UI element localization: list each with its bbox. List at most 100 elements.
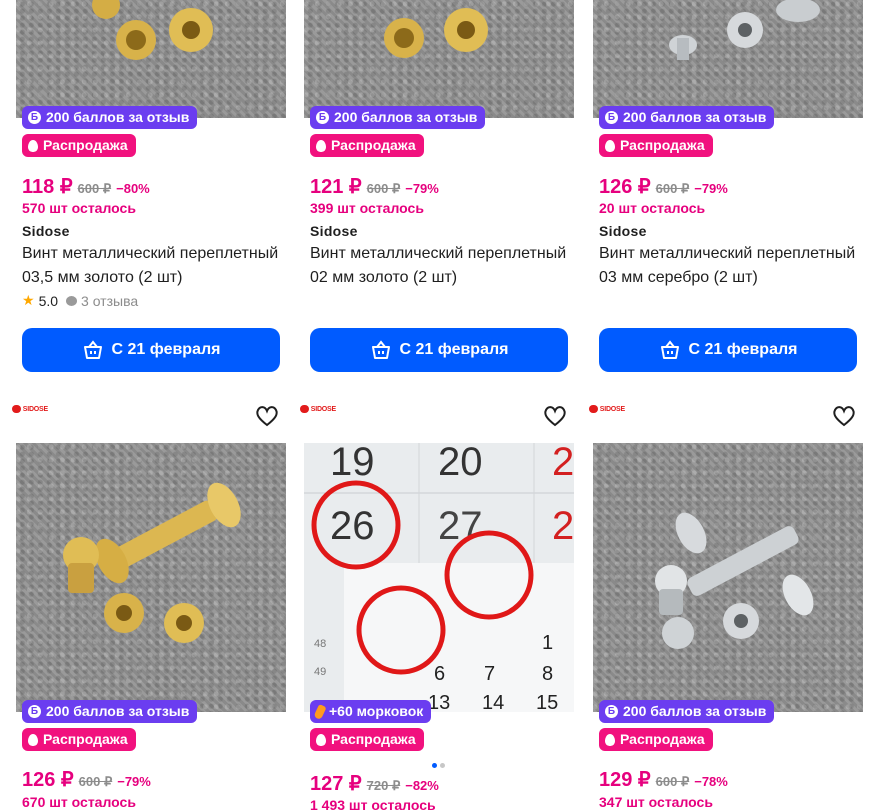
comment-icon	[66, 295, 78, 306]
discount: −79%	[117, 774, 151, 789]
stock-left: 20 шт осталось	[599, 200, 706, 216]
discount: −78%	[694, 774, 728, 789]
price: 118 ₽	[22, 176, 73, 198]
old-price: 600 ₽	[77, 181, 112, 196]
calendar-digit: 14	[482, 692, 504, 712]
sale-badge-label: Распродажа	[331, 731, 416, 747]
calendar-digit: 6	[434, 663, 445, 685]
rating-value: 5.0	[38, 292, 59, 309]
add-to-cart-button[interactable]: С 21 февраля	[599, 328, 857, 372]
carrots-badge: +60 морковок	[310, 700, 432, 723]
flame-icon	[605, 733, 615, 746]
flame-icon	[28, 139, 38, 152]
price: 127 ₽	[310, 773, 362, 795]
discount: −82%	[405, 778, 439, 793]
price: 126 ₽	[22, 769, 74, 791]
points-badge: Б 200 баллов за отзыв	[22, 106, 198, 129]
cart-button-label: С 21 февраля	[111, 341, 221, 358]
sale-badge: Распродажа	[599, 728, 713, 751]
carrot-icon	[313, 703, 327, 720]
b-coin-icon: Б	[605, 111, 618, 124]
old-price: 720 ₽	[366, 778, 401, 793]
brand-name[interactable]: Sidose	[22, 223, 70, 239]
pager-dot[interactable]	[440, 763, 445, 768]
points-badge-label: 200 баллов за отзыв	[623, 703, 767, 719]
discount: −79%	[405, 181, 439, 196]
price-row: 118 ₽ 600 ₽ −80%	[22, 174, 150, 199]
points-badge-label: 200 баллов за отзыв	[46, 703, 190, 719]
basket-icon	[83, 340, 102, 359]
product-image[interactable]	[593, 443, 863, 712]
product-title[interactable]: Винт металлический переплетный 03 мм сер…	[599, 242, 861, 290]
calendar-stickers-photo: 19 20 2 26 27 2 48 49 1 6 7 8 13 14 15	[304, 443, 574, 712]
gold-screw-photo	[63, 482, 241, 643]
sale-badge-label: Распродажа	[620, 137, 705, 153]
silver-screw-photo	[655, 512, 814, 649]
old-price: 600 ₽	[655, 181, 690, 196]
calendar-digit: 2	[552, 504, 574, 548]
basket-icon	[660, 340, 679, 359]
star-icon: ★	[22, 292, 35, 308]
flame-icon	[28, 733, 38, 746]
product-image[interactable]	[16, 0, 286, 118]
calendar-digit: 8	[542, 663, 553, 685]
brand-name[interactable]: Sidose	[310, 223, 358, 239]
gold-screws-photo	[384, 8, 488, 58]
b-coin-icon: Б	[28, 705, 41, 718]
carrots-badge-label: +60 морковок	[329, 703, 424, 719]
price-row: 126 ₽ 600 ₽ −79%	[599, 174, 728, 199]
price-row: 121 ₽ 600 ₽ −79%	[310, 174, 439, 199]
sale-badge: Распродажа	[310, 728, 424, 751]
points-badge: Б 200 баллов за отзыв	[599, 700, 775, 723]
b-coin-icon: Б	[316, 111, 329, 124]
price-row: 127 ₽ 720 ₽ −82%	[310, 771, 439, 796]
calendar-week: 49	[314, 666, 326, 678]
calendar-digit: 26	[330, 504, 375, 548]
calendar-digit: 20	[438, 443, 483, 484]
pager-dot[interactable]	[432, 763, 437, 768]
price-row: 129 ₽ 600 ₽ −78%	[599, 767, 728, 792]
gold-screws-photo	[92, 0, 213, 60]
calendar-digit: 7	[484, 663, 495, 685]
product-image[interactable]	[16, 443, 286, 712]
brand-logo: SIDOSE	[589, 404, 625, 414]
price: 126 ₽	[599, 176, 651, 198]
points-badge-label: 200 баллов за отзыв	[46, 109, 190, 125]
rating[interactable]: ★ 5.0 3 отзыва	[22, 292, 138, 309]
stock-left: 399 шт осталось	[310, 200, 424, 216]
stock-left: 1 493 шт осталось	[310, 797, 436, 812]
points-badge: Б 200 баллов за отзыв	[22, 700, 198, 723]
add-to-cart-button[interactable]: С 21 февраля	[310, 328, 568, 372]
points-badge-label: 200 баллов за отзыв	[623, 109, 767, 125]
add-to-cart-button[interactable]: С 21 февраля	[22, 328, 280, 372]
price: 121 ₽	[310, 176, 362, 198]
sale-badge: Распродажа	[599, 134, 713, 157]
stock-left: 570 шт осталось	[22, 200, 136, 216]
stock-left: 670 шт осталось	[22, 794, 136, 810]
image-pager[interactable]	[432, 763, 445, 768]
reviews-count: 3 отзыва	[81, 292, 139, 309]
brand-logo: SIDOSE	[300, 404, 336, 414]
product-image[interactable]	[593, 0, 863, 118]
product-title[interactable]: Винт металлический переплетный 02 мм зол…	[310, 242, 572, 290]
sale-badge: Распродажа	[310, 134, 424, 157]
sale-badge: Распродажа	[22, 134, 136, 157]
heart-icon[interactable]	[542, 403, 568, 429]
flame-icon	[605, 139, 615, 152]
calendar-digit: 13	[428, 692, 450, 712]
b-coin-icon: Б	[605, 705, 618, 718]
points-badge: Б 200 баллов за отзыв	[310, 106, 486, 129]
discount: −80%	[116, 181, 150, 196]
sale-badge-label: Распродажа	[620, 731, 705, 747]
old-price: 600 ₽	[78, 774, 113, 789]
heart-icon[interactable]	[831, 403, 857, 429]
product-image[interactable]	[304, 0, 574, 118]
product-image[interactable]: 19 20 2 26 27 2 48 49 1 6 7 8 13 14 15	[304, 443, 574, 712]
heart-icon[interactable]	[254, 403, 280, 429]
points-badge-label: 200 баллов за отзыв	[334, 109, 478, 125]
points-badge: Б 200 баллов за отзыв	[599, 106, 775, 129]
brand-name[interactable]: Sidose	[599, 223, 647, 239]
sale-badge-label: Распродажа	[43, 731, 128, 747]
price: 129 ₽	[599, 769, 651, 791]
product-title[interactable]: Винт металлический переплетный 03,5 мм з…	[22, 242, 284, 290]
